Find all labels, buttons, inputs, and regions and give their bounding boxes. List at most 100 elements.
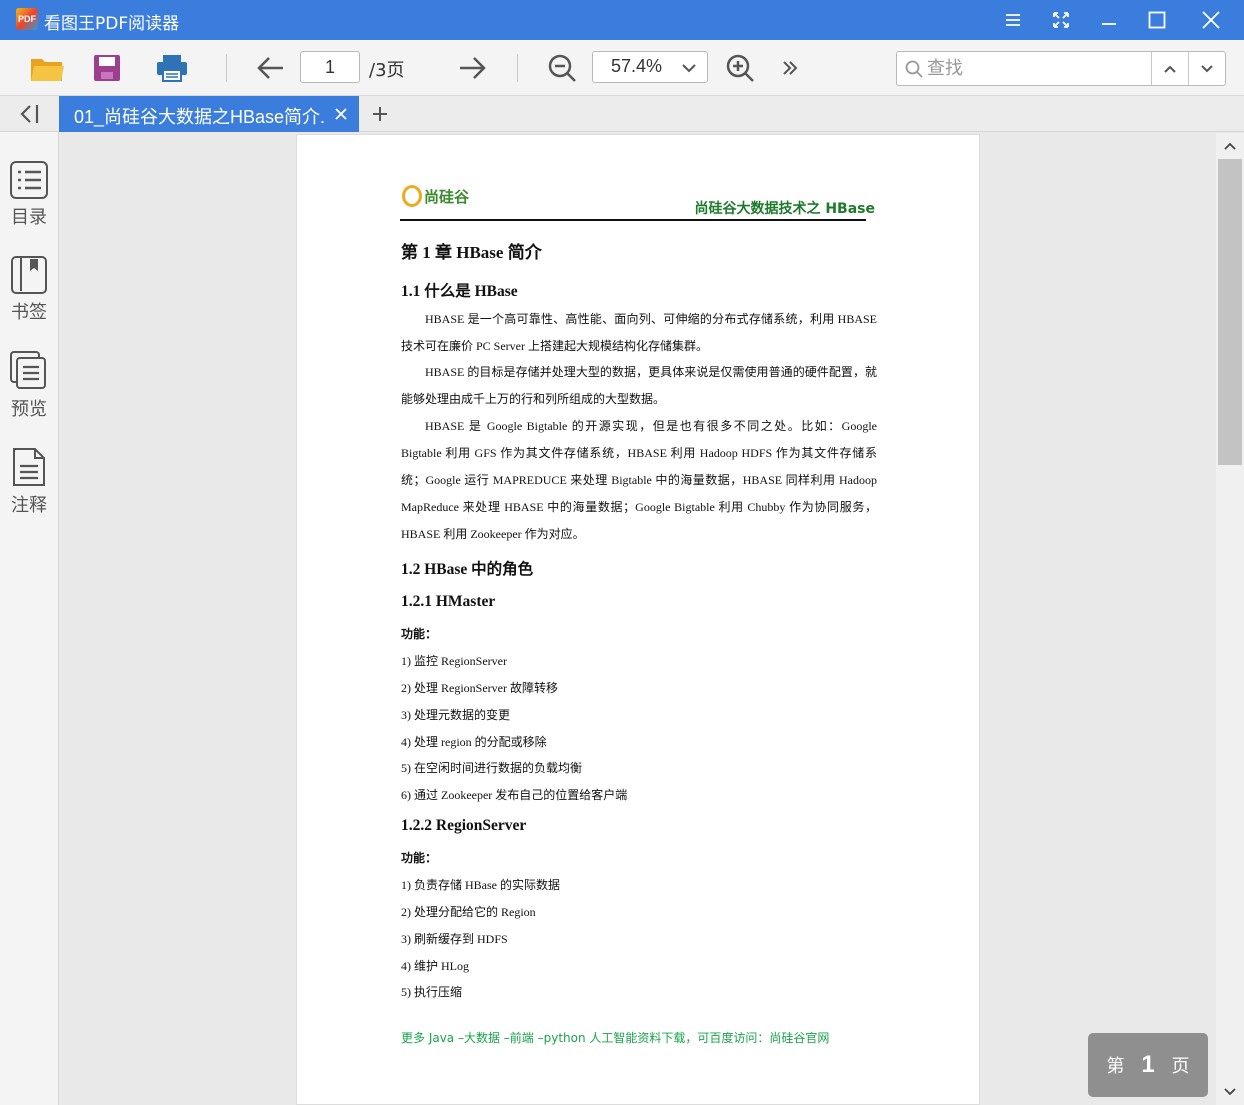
plus-icon xyxy=(373,107,387,121)
list-item: 4) 处理 region 的分配或移除 xyxy=(401,735,547,749)
list-item: 3) 处理元数据的变更 xyxy=(401,708,510,722)
scroll-up-button[interactable] xyxy=(1216,133,1244,159)
app-logo-icon: PDF xyxy=(16,8,38,30)
title-bar: PDF 看图王PDF阅读器 xyxy=(0,0,1244,40)
sidebar-item-annotations[interactable]: 注释 xyxy=(0,446,58,526)
arrow-left-icon xyxy=(257,57,283,79)
chevron-down-icon xyxy=(682,64,696,73)
list-item: 5) 在空闲时间进行数据的负载均衡 xyxy=(401,761,582,775)
page-indicator: 第 1 页 xyxy=(1088,1033,1208,1097)
chevron-down-icon xyxy=(1201,64,1213,72)
list-item: 3) 刷新缓存到 HDFS xyxy=(401,932,508,946)
page-indicator-number: 1 xyxy=(1141,1051,1155,1078)
new-tab-button[interactable] xyxy=(366,100,394,128)
sidebar-item-label: 书签 xyxy=(11,302,47,323)
search-box xyxy=(896,51,1226,86)
sidebar: 目录 书签 预览 注释 xyxy=(0,132,59,1105)
tab-label: 01_尚硅谷大数据之HBase简介.pdf xyxy=(74,107,324,127)
toolbar-separator xyxy=(517,54,518,82)
save-button[interactable] xyxy=(87,50,127,86)
arrow-right-icon xyxy=(460,57,486,79)
next-page-button[interactable] xyxy=(453,50,493,86)
double-chevron-right-icon xyxy=(783,61,798,75)
list-icon xyxy=(10,161,48,199)
section-title: 1.2 HBase 中的角色 xyxy=(401,561,534,578)
sidebar-item-toc[interactable]: 目录 xyxy=(0,160,58,240)
save-icon xyxy=(94,55,120,81)
menu-button[interactable] xyxy=(990,0,1036,40)
chevron-down-icon xyxy=(1224,1088,1236,1096)
close-tab-button[interactable] xyxy=(331,102,351,126)
zoom-select[interactable]: 57.4% xyxy=(592,51,708,83)
sidebar-item-preview[interactable]: 预览 xyxy=(0,350,58,430)
open-file-button[interactable] xyxy=(27,50,67,86)
zoom-value: 57.4% xyxy=(611,56,663,76)
search-next-button[interactable] xyxy=(1189,52,1225,85)
function-label: 功能： xyxy=(401,851,438,865)
note-icon xyxy=(13,448,45,486)
function-label: 功能： xyxy=(401,627,438,641)
print-button[interactable] xyxy=(152,50,192,86)
printer-icon xyxy=(157,55,187,82)
subsection-title: 1.2.1 HMaster xyxy=(401,593,496,610)
list-item: 2) 处理分配给它的 Region xyxy=(401,905,536,919)
list-item: 2) 处理 RegionServer 故障转移 xyxy=(401,681,558,695)
paragraph: HBASE 的目标是存储并处理大型的数据，更具体来说是仅需使用普通的硬件配置，就… xyxy=(401,365,877,406)
page-indicator-prefix: 第 xyxy=(1106,1056,1125,1077)
header-rule xyxy=(400,219,866,221)
list-item: 1) 监控 RegionServer xyxy=(401,654,507,668)
scroll-thumb[interactable] xyxy=(1218,159,1242,465)
toolbar-separator xyxy=(226,54,227,82)
bookmark-icon xyxy=(11,256,47,294)
section-title: 1.1 什么是 HBase xyxy=(401,283,518,300)
list-item: 5) 执行压缩 xyxy=(401,985,462,999)
list-item: 6) 通过 Zookeeper 发布自己的位置给客户端 xyxy=(401,788,628,802)
header-logo-text: 尚硅谷 xyxy=(424,189,470,206)
minimize-button[interactable] xyxy=(1086,0,1132,40)
close-icon xyxy=(335,108,347,120)
folder-icon xyxy=(31,59,64,81)
search-prev-button[interactable] xyxy=(1152,52,1188,85)
collapse-sidebar-button[interactable] xyxy=(0,96,58,132)
sidebar-item-bookmarks[interactable]: 书签 xyxy=(0,255,58,335)
close-icon xyxy=(1202,11,1220,29)
page-footer: 更多 Java –大数据 –前端 –python 人工智能资料下载，可百度访问：… xyxy=(401,1031,830,1045)
scroll-down-button[interactable] xyxy=(1216,1079,1244,1105)
chevron-up-icon xyxy=(1224,142,1236,150)
search-icon xyxy=(905,60,923,78)
zoom-out-button[interactable] xyxy=(542,50,582,86)
preview-icon xyxy=(10,351,46,389)
page-number-input[interactable] xyxy=(300,51,360,83)
close-window-button[interactable] xyxy=(1188,0,1234,40)
more-tools-button[interactable] xyxy=(770,50,810,86)
fullscreen-button[interactable] xyxy=(1038,0,1084,40)
minimize-icon xyxy=(1102,23,1116,25)
list-item: 4) 维护 HLog xyxy=(401,959,469,973)
toolbar: /3页 57.4% xyxy=(0,40,1244,96)
sidebar-item-label: 目录 xyxy=(11,207,47,228)
page-indicator-suffix: 页 xyxy=(1171,1056,1190,1077)
header-title: 尚硅谷大数据技术之 HBase xyxy=(694,201,875,217)
maximize-icon xyxy=(1148,11,1166,29)
prev-page-button[interactable] xyxy=(250,50,290,86)
tab-bar: 01_尚硅谷大数据之HBase简介.pdf xyxy=(0,96,1244,132)
zoom-out-icon xyxy=(548,54,576,82)
pdf-page: 尚硅谷 尚硅谷大数据技术之 HBase 第 1 章 HBase 简介 1.1 什… xyxy=(296,134,980,1105)
subsection-title: 1.2.2 RegionServer xyxy=(401,817,527,834)
vertical-scrollbar[interactable] xyxy=(1216,133,1244,1105)
sidebar-item-label: 预览 xyxy=(11,399,47,420)
maximize-button[interactable] xyxy=(1134,0,1180,40)
window-title: 看图王PDF阅读器 xyxy=(44,14,180,34)
search-input[interactable] xyxy=(927,54,1147,83)
sidebar-item-label: 注释 xyxy=(11,495,47,516)
logo-icon xyxy=(402,185,422,207)
chevron-up-icon xyxy=(1164,65,1176,73)
header-logo: 尚硅谷 xyxy=(402,185,469,207)
paragraph: HBASE 是 Google Bigtable 的开源实现，但是也有很多不同之处… xyxy=(401,419,877,541)
page-total-label: /3页 xyxy=(369,60,405,81)
zoom-in-icon xyxy=(726,54,754,82)
zoom-in-button[interactable] xyxy=(720,50,760,86)
list-item: 1) 负责存储 HBase 的实际数据 xyxy=(401,878,560,892)
paragraph: HBASE 是一个高可靠性、高性能、面向列、可伸缩的分布式存储系统，利用 HBA… xyxy=(401,312,877,353)
document-tab[interactable]: 01_尚硅谷大数据之HBase简介.pdf xyxy=(59,96,359,132)
